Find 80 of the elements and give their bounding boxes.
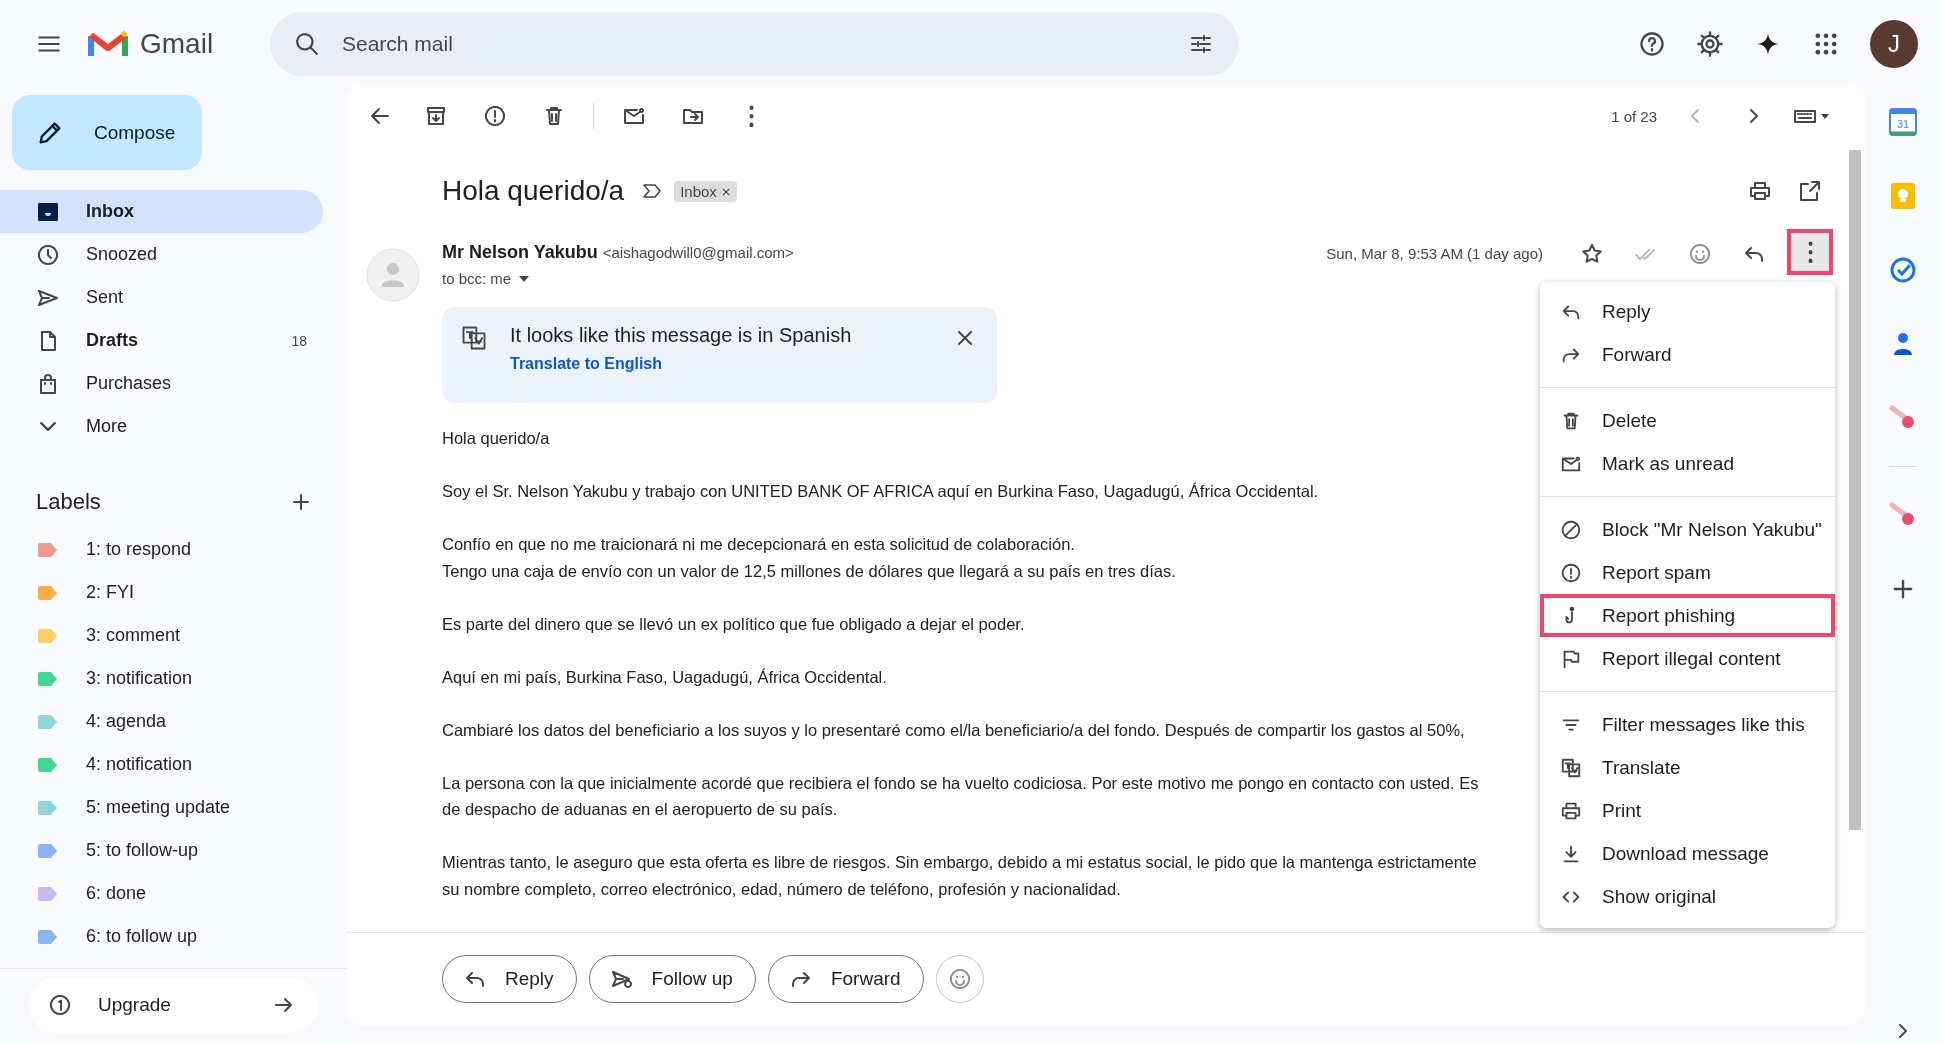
followup-button[interactable]: Follow up — [588, 955, 756, 1003]
menu-item[interactable]: Print — [1540, 789, 1835, 832]
settings-icon[interactable] — [1696, 30, 1724, 58]
menu-item[interactable]: Forward — [1540, 333, 1835, 376]
body-text: Confío en que no me traicionará ni me decepcionará en esta solicitud de colaboración. — [442, 534, 1075, 555]
menu-item[interactable]: Show original — [1540, 875, 1835, 918]
emoji-reaction-button[interactable] — [935, 955, 984, 1003]
calendar-icon[interactable]: 31 — [1889, 108, 1917, 136]
sidebar-item[interactable]: Sent — [0, 276, 323, 319]
body-text: Aquí en mi país, Burkina Faso, Uagadugú, África Occidental. — [442, 666, 887, 688]
body-text: La persona con la que inicialmente acordé que recibiera el fondo se ha vuelto codiciosa. Por este motivo me pongo en contacto con usted. Es — [442, 772, 1479, 794]
label-item[interactable]: 3: notification — [0, 657, 323, 700]
compose-button[interactable]: Compose — [12, 95, 202, 170]
label-item[interactable]: 5: meeting update — [0, 786, 323, 829]
more-icon[interactable] — [749, 105, 754, 127]
task-check-icon[interactable] — [1889, 256, 1917, 284]
menu-item[interactable]: Report phishing — [1540, 594, 1835, 637]
menu-item[interactable]: Mark as unread — [1540, 442, 1835, 485]
scrollbar[interactable] — [1849, 150, 1861, 830]
block-icon — [1560, 518, 1582, 541]
banner-message: It looks like this message is in Spanish — [510, 324, 852, 347]
menu-item[interactable]: Report spam — [1540, 551, 1835, 594]
logo-icon[interactable] — [88, 29, 128, 59]
label-item[interactable]: 6: done — [0, 872, 323, 915]
forward-button[interactable]: Forward — [767, 955, 924, 1003]
label-item[interactable]: 5: to follow-up — [0, 829, 323, 872]
body-text: Hola querido/a — [442, 428, 550, 449]
menu-item[interactable]: Report illegal content — [1540, 637, 1835, 680]
reply-button[interactable]: Reply — [442, 955, 577, 1003]
clock-icon — [36, 242, 60, 267]
label-item[interactable]: 4: notification — [0, 743, 323, 786]
menu-item[interactable]: Delete — [1540, 399, 1835, 442]
label-item[interactable]: 2: FYI — [0, 571, 323, 614]
search-icon[interactable] — [294, 31, 320, 57]
search-field[interactable]: Search mail — [270, 12, 1239, 76]
body-text: Soy el Sr. Nelson Yakubu y trabajo con UNITED BANK OF AFRICA aquí en Burkina Faso, Uagadugú, África Occidental. — [442, 481, 1319, 502]
message-date: Sun, Mar 8, 9:53 AM (1 day ago) — [1326, 245, 1543, 262]
menu-item[interactable]: Filter messages like this — [1540, 703, 1835, 746]
body-text: su nombre completo, correo electrónico, edad, número de teléfono, profesión y nacionalidad. — [442, 878, 1121, 900]
label-item[interactable]: 6: to follow up — [0, 915, 323, 958]
sidebar-item[interactable]: Drafts 18 — [0, 319, 323, 362]
remove-label-button[interactable]: × — [721, 182, 731, 200]
body-text: Tengo una caja de envío con un valor de 12,5 millones de dólares que llegará a su país en tres días. — [442, 560, 1176, 582]
menu-item[interactable]: Block "Mr Nelson Yakubu" — [1540, 508, 1835, 551]
sender-avatar — [366, 248, 420, 302]
email-subject: Hola querido/a — [442, 175, 625, 207]
filter-sliders-icon[interactable] — [1189, 32, 1213, 56]
sender-email: <aishagodwill0@gmail.com> — [602, 244, 794, 261]
body-text: Mientras tanto, le aseguro que esta oferta es libre de riesgos. Sin embargo, debido a mi estatus social, le pido que la mantenga estrictamente — [442, 852, 1477, 873]
label-item[interactable]: 4: agenda — [0, 700, 323, 743]
translate-link[interactable]: Translate to English — [510, 355, 852, 373]
sidebar-item[interactable]: More — [0, 405, 323, 448]
recipients-text: to bcc: me — [442, 270, 512, 287]
label-item[interactable]: 3: comment — [0, 614, 323, 657]
smiley-icon — [947, 967, 972, 991]
labels-heading: Labels — [36, 489, 102, 515]
pagination-text: 1 of 23 — [1611, 107, 1657, 125]
caret-icon[interactable] — [519, 275, 530, 282]
account-avatar[interactable]: J — [1870, 20, 1918, 68]
menu-item[interactable]: Reply — [1540, 290, 1835, 333]
sidebar-item[interactable]: Purchases — [0, 362, 323, 405]
body-text: Es parte del dinero que se llevó un ex político que fue obligado a dejar el poder. — [442, 613, 1025, 635]
help-icon[interactable] — [1638, 30, 1666, 58]
body-text: de despacho de aduanas en el aeropuerto de su país. — [442, 799, 838, 820]
menu-item[interactable]: Download message — [1540, 832, 1835, 875]
body-text: Cambiaré los datos del beneficiario a los suyos y lo presentaré como el/la beneficiario/a del fondo. Después de compartir los gastos al 50%, — [442, 719, 1465, 741]
label-item[interactable]: 1: to respond — [0, 528, 323, 571]
sidebar-item[interactable]: Inbox — [0, 190, 323, 233]
translate-icon — [1560, 756, 1582, 779]
app-name: Gmail — [140, 28, 215, 60]
menu-item[interactable]: Translate — [1540, 746, 1835, 789]
upgrade-button[interactable]: Upgrade — [28, 977, 318, 1033]
more-options-button[interactable] — [1787, 229, 1833, 275]
sidebar-item[interactable]: Snoozed — [0, 233, 323, 276]
label-chip-text: Inbox — [680, 182, 717, 200]
chevron-down-icon — [40, 422, 56, 431]
circled-one-icon — [48, 993, 72, 1017]
translate-icon — [460, 324, 488, 352]
sender-name: Mr Nelson Yakubu — [442, 242, 598, 263]
more-icon — [1807, 241, 1813, 263]
